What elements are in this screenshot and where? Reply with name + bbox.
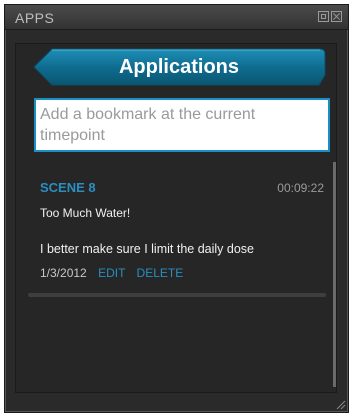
entry-scene[interactable]: SCENE 8 <box>40 180 96 195</box>
header-label: Applications <box>118 56 239 78</box>
entry-title: Too Much Water! <box>40 206 131 220</box>
scrollbar[interactable] <box>333 162 336 387</box>
applications-header: Applications <box>32 47 326 87</box>
bookmark-input[interactable] <box>34 98 330 152</box>
delete-button[interactable]: DELETE <box>137 266 184 280</box>
panel-titlebar[interactable]: APPS <box>5 5 348 30</box>
panel-title: APPS <box>15 10 55 26</box>
resize-grip-icon[interactable] <box>334 398 346 410</box>
entry-note: I better make sure I limit the daily dos… <box>40 242 254 256</box>
entry-divider <box>28 293 326 297</box>
edit-button[interactable]: EDIT <box>98 266 125 280</box>
restore-icon[interactable] <box>318 11 329 22</box>
close-icon[interactable] <box>331 11 342 22</box>
entry-date: 1/3/2012 <box>40 266 87 280</box>
entry-meta: 1/3/2012 EDIT DELETE <box>40 266 183 280</box>
entry-time: 00:09:22 <box>277 181 324 195</box>
